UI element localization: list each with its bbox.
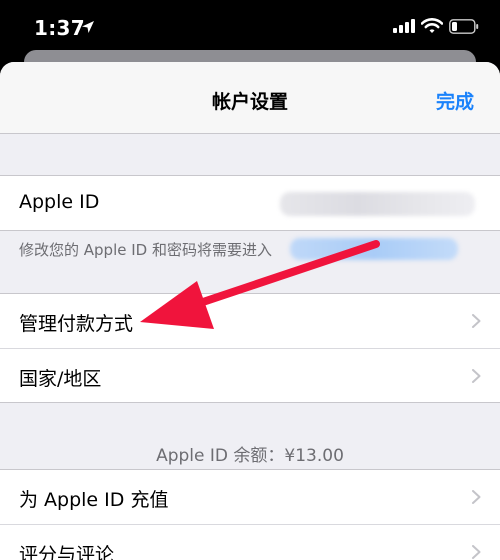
apple-id-balance: Apple ID 余额：¥13.00 xyxy=(156,446,344,466)
list-item-label: 评分与评论 xyxy=(19,544,115,560)
payment-group: 管理付款方式 国家/地区 xyxy=(0,293,500,403)
status-time: 1:37 xyxy=(34,16,85,40)
list-item-ratings-reviews[interactable]: 评分与评论 xyxy=(0,524,500,560)
store-group: 为 Apple ID 充值 评分与评论 xyxy=(0,469,500,560)
list-item-top-up[interactable]: 为 Apple ID 充值 xyxy=(0,470,500,524)
list-item-label: 为 Apple ID 充值 xyxy=(19,489,169,511)
apple-id-link-redacted[interactable] xyxy=(290,238,458,260)
battery-icon xyxy=(449,19,479,34)
chevron-right-icon xyxy=(472,314,481,328)
apple-id-label: Apple ID xyxy=(19,191,100,213)
apple-id-group: Apple ID xyxy=(0,175,500,231)
page-title: 帐户设置 xyxy=(211,91,288,113)
account-settings-sheet: 帐户设置 完成 Apple ID 修改您的 Apple ID 和密码将需要进入 … xyxy=(0,62,500,560)
list-item-label: 国家/地区 xyxy=(19,368,102,390)
done-button[interactable]: 完成 xyxy=(436,87,474,114)
list-item-manage-payment[interactable]: 管理付款方式 xyxy=(0,294,500,348)
chevron-right-icon xyxy=(472,369,481,383)
list-item-country-region[interactable]: 国家/地区 xyxy=(0,348,500,402)
nav-bar: 帐户设置 完成 xyxy=(0,62,500,134)
cellular-signal-icon xyxy=(393,19,415,33)
chevron-right-icon xyxy=(472,490,481,504)
list-item-label: 管理付款方式 xyxy=(19,313,134,335)
wifi-icon xyxy=(421,18,443,33)
apple-id-value-redacted xyxy=(280,192,475,216)
apple-id-note: 修改您的 Apple ID 和密码将需要进入 xyxy=(19,241,272,259)
chevron-right-icon xyxy=(472,545,481,559)
apple-id-row[interactable]: Apple ID xyxy=(0,176,500,230)
location-arrow-icon xyxy=(82,21,94,33)
